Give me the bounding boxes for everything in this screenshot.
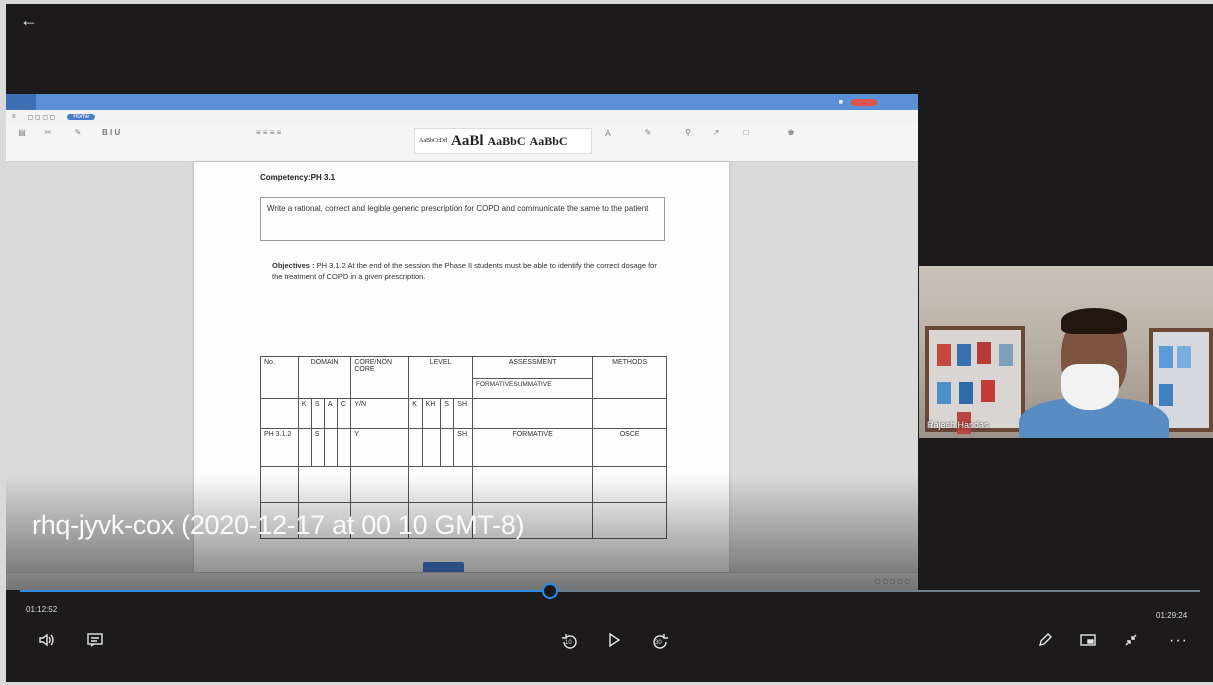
video-player: ← ■ ≡ ▢ ▢ ▢ ▢ Home ▤ ✂ ✎ B I U ≡ ≡ ≡ ≡ A… [6, 4, 1213, 682]
pen-icon[interactable] [1037, 632, 1053, 648]
objectives-body: PH 3.1.2 At the end of the session the P… [272, 261, 657, 281]
window-controls [885, 99, 908, 106]
menu-item-home: Home [67, 114, 96, 120]
table-subheader: K [297, 398, 312, 429]
table-subheader: K [408, 398, 423, 429]
table-cell [421, 428, 442, 467]
table-subheader: Y/N [350, 398, 410, 429]
book [977, 342, 991, 364]
rewind-button[interactable]: 10 [559, 632, 581, 652]
competency-outcome: Write a rational, correct and legible ge… [260, 197, 665, 241]
forward-label: 30 [655, 640, 662, 646]
table-header-domain: DOMAIN [297, 356, 352, 399]
app-menu-bar: ≡ ▢ ▢ ▢ ▢ Home [6, 110, 918, 124]
table-cell-core: Y [350, 428, 410, 467]
book [959, 382, 973, 404]
cut-icon: ✂ [44, 128, 52, 137]
table-cell [323, 428, 338, 467]
objectives-label: Objectives : [272, 261, 315, 270]
progress-bar[interactable] [20, 583, 1200, 599]
table-header-assessment: ASSESSMENT [471, 356, 594, 379]
book [937, 382, 951, 404]
table-header-methods: METHODS [592, 356, 667, 399]
webcam-person [1019, 306, 1169, 438]
person-hair [1061, 308, 1127, 334]
table-subheader: SH [453, 398, 473, 429]
table-subheader: KH [421, 398, 442, 429]
format-painter-icon: ✎ [74, 128, 82, 137]
table-cell-s: S [310, 428, 325, 467]
book [1177, 346, 1191, 368]
table-header-assessment-sub: FORMATIVESUMMATIVE [471, 378, 594, 399]
menu-item: ▢ ▢ ▢ ▢ [27, 114, 56, 121]
table-subheader: C [336, 398, 352, 429]
collapse-icon[interactable] [1123, 632, 1139, 648]
app-tab [36, 94, 95, 110]
table-cell [408, 428, 423, 467]
table-cell [592, 398, 667, 429]
book [981, 380, 995, 402]
table-cell [260, 398, 299, 429]
menu-item: ≡ [12, 114, 16, 120]
text-icon: Ａ [604, 129, 612, 138]
book [999, 344, 1013, 366]
table-header-level: LEVEL [408, 356, 473, 399]
find-icon: ⚲ [685, 128, 691, 137]
table-cell-assessment: FORMATIVE [471, 428, 594, 467]
app-tab [6, 94, 36, 110]
book [957, 344, 971, 366]
captions-icon[interactable] [86, 632, 104, 648]
paste-icon: ▤ [18, 128, 26, 137]
table-cell [440, 428, 455, 467]
settings-icon: □ [743, 128, 749, 137]
table-cell [297, 428, 312, 467]
styles-gallery: AaBbCcDd AaBl AaBbC AaBbC [414, 128, 592, 154]
video-title: rhq-jyvk-cox (2020-12-17 at 00 10 GMT-8) [32, 510, 525, 540]
table-header-core: CORE/NON CORE [350, 356, 410, 399]
table-cell [471, 398, 594, 429]
signin-badge [851, 98, 877, 106]
play-icon[interactable] [607, 632, 621, 648]
table-cell [336, 428, 352, 467]
back-arrow-icon[interactable]: ← [20, 10, 38, 31]
volume-icon[interactable] [38, 632, 56, 648]
book [937, 344, 951, 366]
time-current: 01:12:52 [26, 605, 58, 614]
table-subheader: S [310, 398, 325, 429]
more-icon[interactable]: ··· [1169, 632, 1188, 650]
time-remaining: 01:29:24 [1156, 611, 1188, 620]
student-tools-icon: ♚ [787, 128, 795, 137]
table-cell-level: SH [453, 428, 473, 467]
participant-name: Rajesh Handas [927, 420, 989, 430]
table-cell-no: PH 3.1.2 [260, 428, 299, 467]
bookshelf [925, 326, 1025, 434]
objectives-text: Objectives : PH 3.1.2 At the end of the … [272, 260, 667, 282]
clear-format-icon: ✎ [644, 128, 652, 137]
forward-button[interactable]: 30 [649, 632, 671, 652]
paragraph-icons: ≡ ≡ ≡ ≡ [256, 128, 282, 137]
table-header-no: No. [260, 356, 299, 399]
select-icon: ↗ [712, 128, 720, 137]
app-tab [154, 94, 213, 110]
font-formatting-icons: B I U [102, 128, 121, 137]
app-title-bar: ■ [6, 94, 918, 110]
table-subheader: A [323, 398, 338, 429]
miniplayer-icon[interactable] [1079, 632, 1097, 648]
face-mask [1061, 364, 1119, 410]
progress-handle[interactable] [541, 583, 558, 599]
table-cell-method: OSCE [592, 428, 667, 467]
app-ribbon: ▤ ✂ ✎ B I U ≡ ≡ ≡ ≡ AaBbCcDd AaBl AaBbC … [6, 124, 918, 162]
progress-fill [20, 590, 550, 592]
competency-heading: Competency:PH 3.1 [260, 173, 336, 182]
app-icon: ■ [838, 98, 844, 106]
webcam-feed: Rajesh Handas [919, 266, 1213, 438]
table-subheader: S [440, 398, 455, 429]
app-tab [95, 94, 154, 110]
rewind-label: 10 [565, 640, 572, 646]
